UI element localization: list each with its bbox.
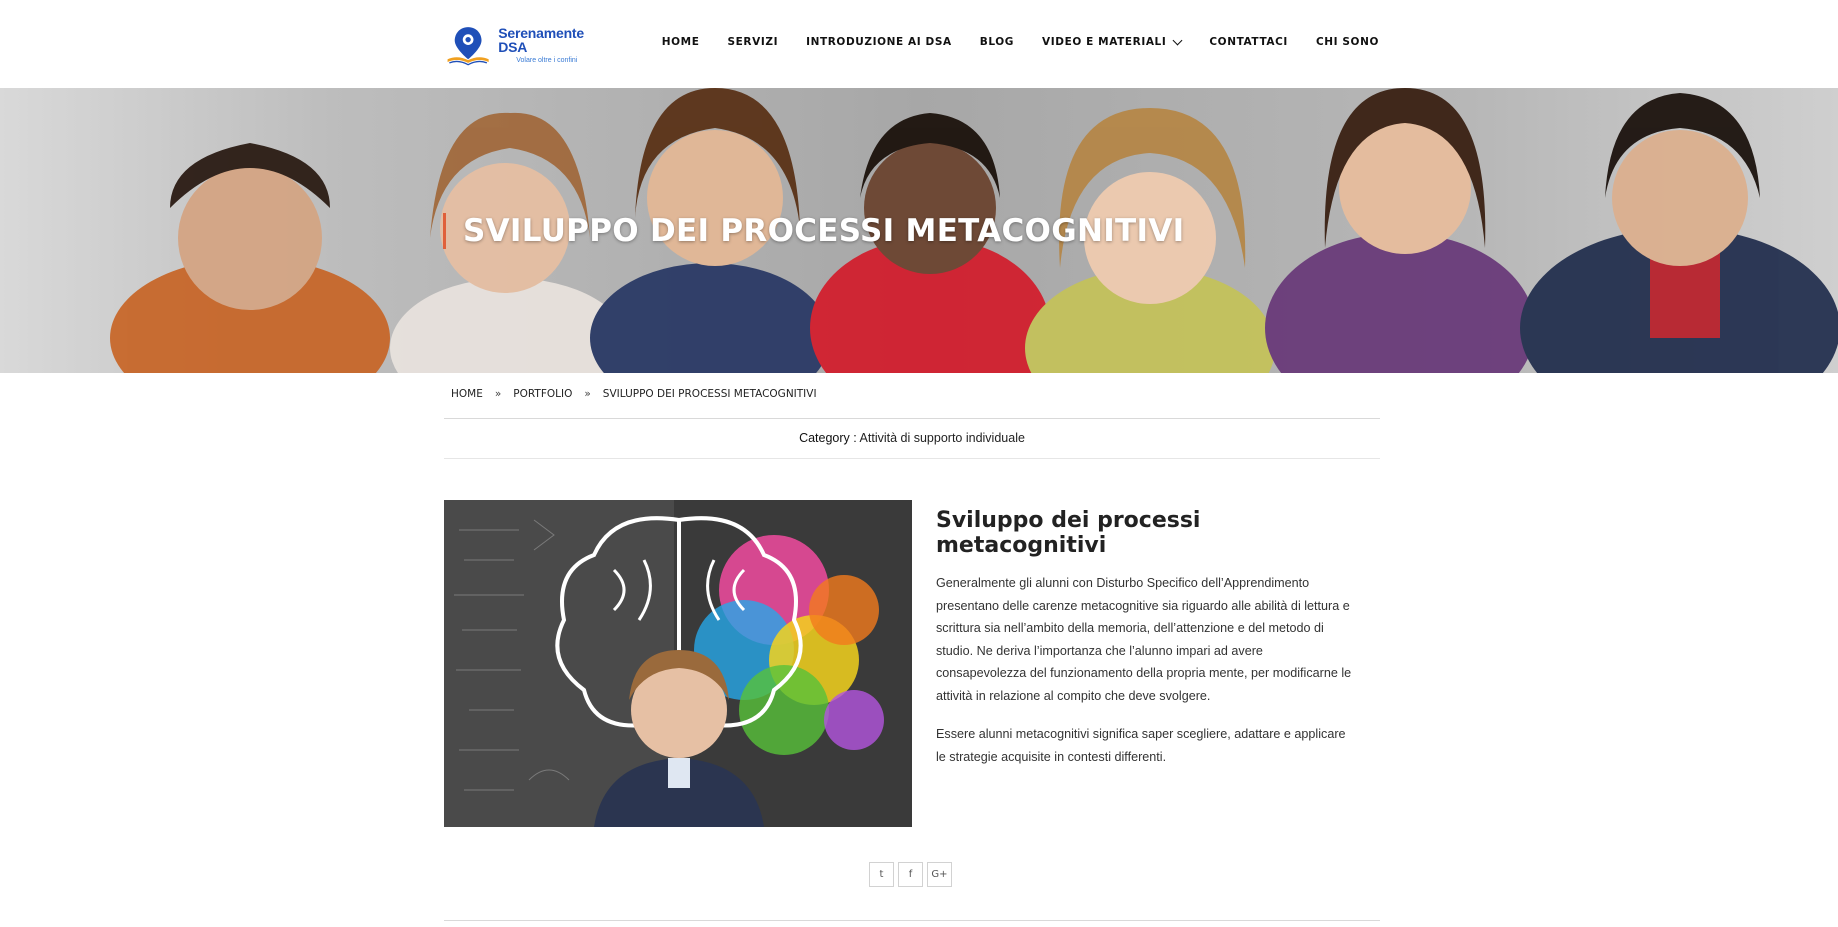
nav-label: VIDEO E MATERIALI bbox=[1042, 36, 1167, 48]
google-plus-share-button[interactable]: G+ bbox=[927, 862, 952, 887]
nav-label: CONTATTACI bbox=[1209, 36, 1288, 48]
divider bbox=[444, 418, 1380, 419]
category-line: Category : Attività di supporto individu… bbox=[444, 431, 1380, 445]
nav-item-servizi[interactable]: SERVIZI bbox=[728, 36, 779, 48]
nav-label: SERVIZI bbox=[727, 36, 779, 48]
article-paragraph: Generalmente gli alunni con Disturbo Spe… bbox=[936, 576, 1352, 703]
article-image bbox=[444, 500, 912, 827]
hero-banner: SVILUPPO DEI PROCESSI METACOGNITIVI bbox=[0, 88, 1838, 373]
page-title: SVILUPPO DEI PROCESSI METACOGNITIVI bbox=[463, 213, 1185, 249]
twitter-share-button[interactable]: t bbox=[869, 862, 894, 887]
nav-label: CHI SONO bbox=[1315, 36, 1379, 48]
article-paragraph: Essere alunni metacognitivi significa sa… bbox=[936, 727, 1346, 764]
breadcrumb-separator: » bbox=[494, 388, 502, 400]
chevron-down-icon bbox=[1172, 35, 1183, 45]
divider bbox=[444, 458, 1380, 459]
google-plus-icon: G+ bbox=[931, 869, 948, 880]
article-body: Sviluppo dei processi metacognitivi Gene… bbox=[936, 508, 1356, 784]
nav-item-blog[interactable]: BLOG bbox=[980, 36, 1014, 48]
share-buttons: t f G+ bbox=[869, 862, 952, 887]
nav-label: HOME bbox=[661, 36, 700, 48]
site-logo[interactable]: Serenamente DSA Volare oltre i confini bbox=[444, 20, 604, 70]
logo-title: Serenamente DSA bbox=[498, 25, 584, 55]
breadcrumb-current: SVILUPPO DEI PROCESSI METACOGNITIVI bbox=[602, 388, 817, 400]
facebook-icon: f bbox=[908, 869, 913, 880]
nav-item-home[interactable]: HOME bbox=[662, 36, 700, 48]
nav-label: INTRODUZIONE AI DSA bbox=[806, 36, 952, 48]
category-label: Category : bbox=[799, 431, 857, 445]
divider bbox=[444, 920, 1380, 921]
logo-tagline: Volare oltre i confini bbox=[516, 57, 578, 64]
nav-item-introduzione-ai-dsa[interactable]: INTRODUZIONE AI DSA bbox=[806, 36, 952, 48]
hero-accent-bar bbox=[443, 213, 446, 249]
site-header: Serenamente DSA Volare oltre i confini H… bbox=[0, 0, 1838, 88]
nav-label: BLOG bbox=[979, 36, 1015, 48]
article-title: Sviluppo dei processi metacognitivi bbox=[936, 508, 1201, 558]
brain-child-illustration bbox=[444, 500, 912, 827]
breadcrumb: HOME » PORTFOLIO » SVILUPPO DEI PROCESSI… bbox=[451, 388, 817, 400]
facebook-share-button[interactable]: f bbox=[898, 862, 923, 887]
category-value[interactable]: Attività di supporto individuale bbox=[860, 431, 1025, 445]
nav-item-video-e-materiali[interactable]: VIDEO E MATERIALI bbox=[1042, 35, 1183, 48]
nav-item-contattaci[interactable]: CONTATTACI bbox=[1209, 36, 1288, 48]
twitter-icon: t bbox=[879, 869, 884, 880]
logo-pin-book-icon bbox=[447, 27, 489, 66]
breadcrumb-separator: » bbox=[584, 388, 591, 400]
main-nav: HOME SERVIZI INTRODUZIONE AI DSA BLOG VI… bbox=[662, 0, 1379, 84]
nav-item-chi-sono[interactable]: CHI SONO bbox=[1316, 36, 1379, 48]
hero-title-block: SVILUPPO DEI PROCESSI METACOGNITIVI bbox=[443, 213, 1184, 249]
breadcrumb-portfolio[interactable]: PORTFOLIO bbox=[513, 388, 572, 400]
breadcrumb-home[interactable]: HOME bbox=[451, 388, 483, 400]
